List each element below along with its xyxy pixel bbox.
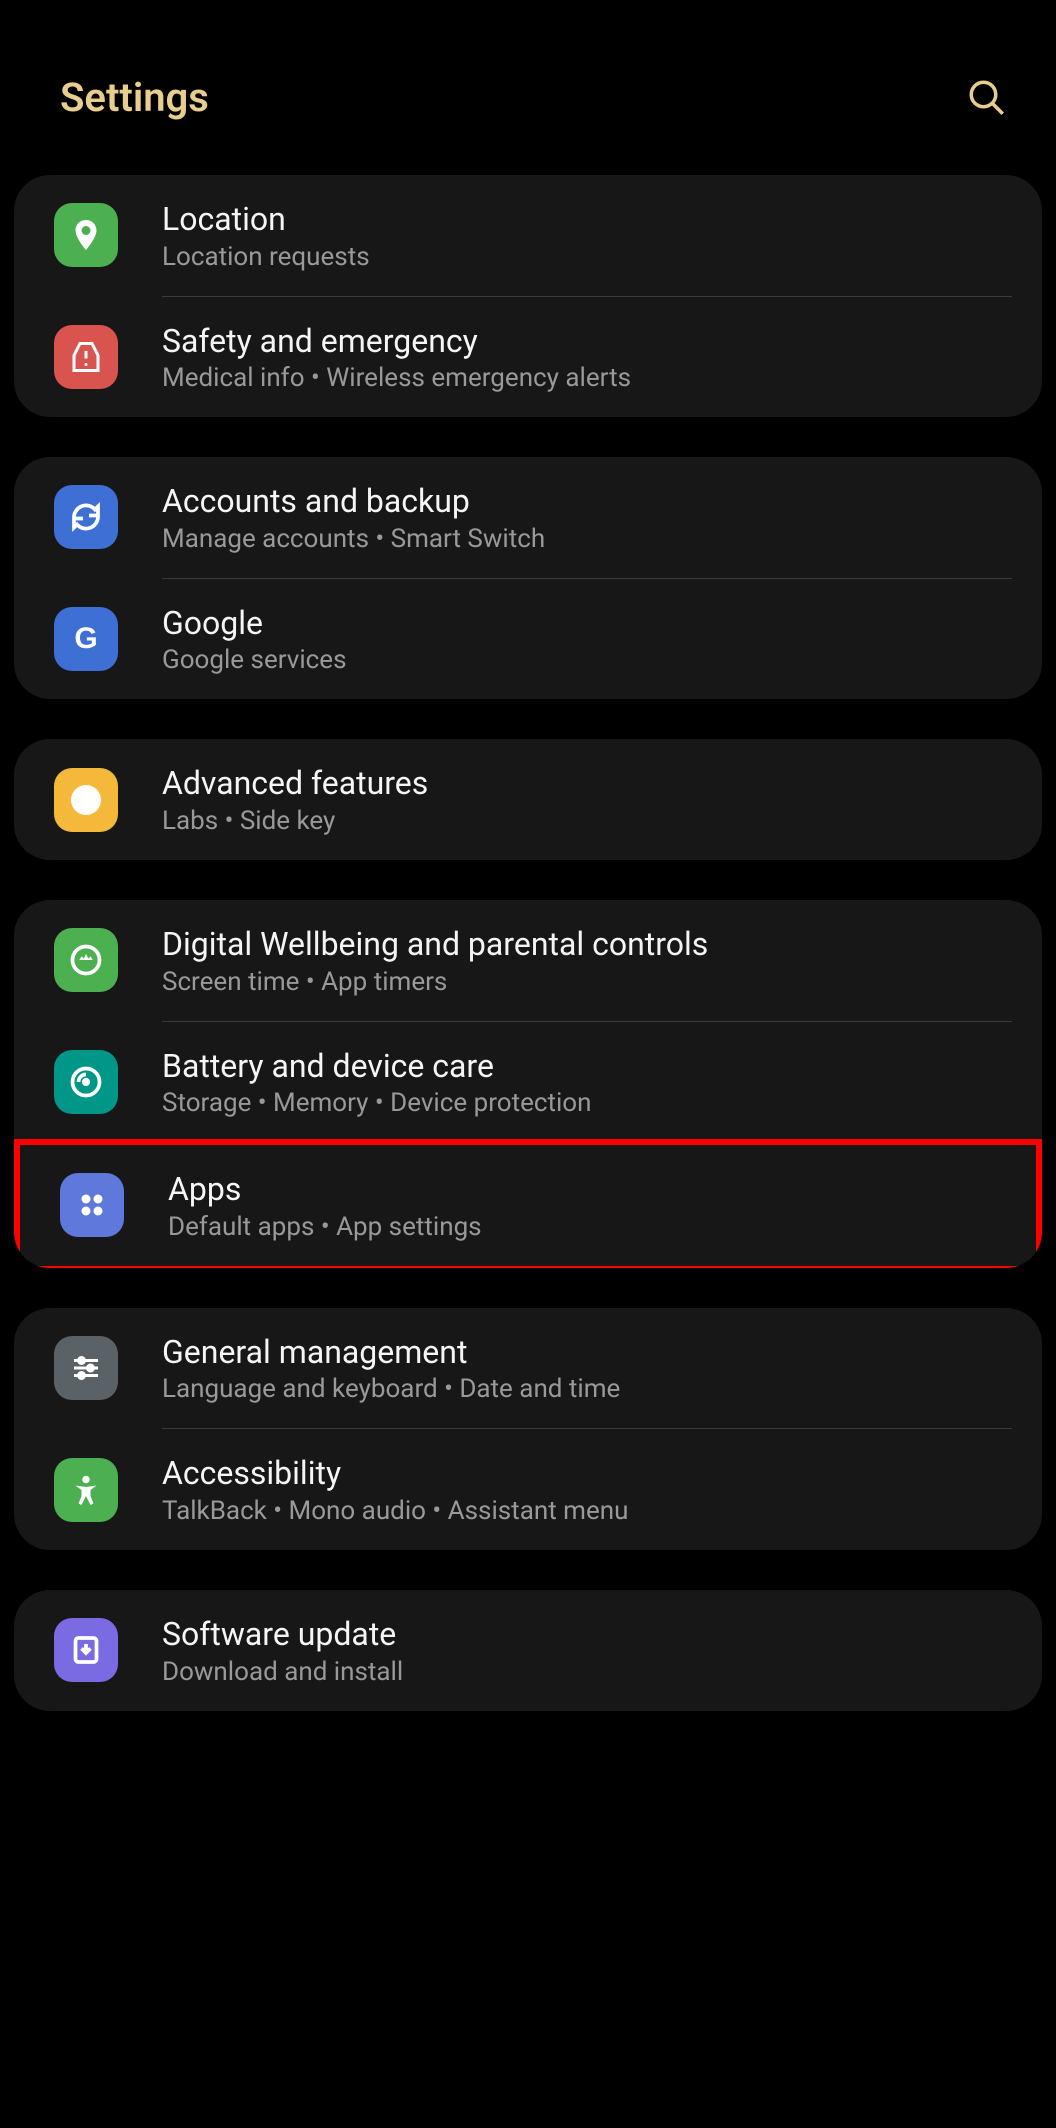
item-content: AppsDefault apps • App settings [168,1169,1006,1242]
warning-icon [54,325,118,389]
item-subtitle: Default apps • App settings [168,1212,1006,1242]
download-icon [54,1618,118,1682]
apps-grid-icon [60,1173,124,1237]
item-title: Accessibility [162,1453,1012,1495]
item-content: Safety and emergencyMedical info • Wirel… [162,321,1012,394]
settings-groups: LocationLocation requests Safety and emer… [0,175,1056,1711]
wellbeing-icon [54,928,118,992]
settings-item-advanced[interactable]: Advanced featuresLabs • Side key [14,739,1042,860]
item-title: Accounts and backup [162,481,1012,523]
item-content: AccessibilityTalkBack • Mono audio • Ass… [162,1453,1012,1526]
settings-item-wellbeing[interactable]: Digital Wellbeing and parental controlsS… [14,900,1042,1021]
item-subtitle: Storage • Memory • Device protection [162,1088,1012,1118]
settings-item-battery[interactable]: Battery and device careStorage • Memory … [14,1022,1042,1143]
google-icon: G [54,607,118,671]
item-title: Safety and emergency [162,321,1012,363]
settings-group: LocationLocation requests Safety and emer… [14,175,1042,417]
plus-circle-icon [54,768,118,832]
item-title: Battery and device care [162,1046,1012,1088]
item-subtitle: Location requests [162,242,1012,272]
item-subtitle: Labs • Side key [162,806,1012,836]
item-content: Battery and device careStorage • Memory … [162,1046,1012,1119]
item-subtitle: Screen time • App timers [162,967,1012,997]
item-subtitle: Medical info • Wireless emergency alerts [162,363,1012,393]
item-title: Digital Wellbeing and parental controls [162,924,1012,966]
item-content: Software updateDownload and install [162,1614,1012,1687]
settings-item-software[interactable]: Software updateDownload and install [14,1590,1042,1711]
item-title: Google [162,603,1012,645]
settings-item-location[interactable]: LocationLocation requests [14,175,1042,296]
item-title: Location [162,199,1012,241]
item-content: General managementLanguage and keyboard … [162,1332,1012,1405]
item-content: LocationLocation requests [162,199,1012,272]
settings-item-general[interactable]: General managementLanguage and keyboard … [14,1308,1042,1429]
page-title: Settings [60,74,209,121]
settings-item-google[interactable]: G GoogleGoogle services [14,579,1042,700]
sliders-icon [54,1336,118,1400]
settings-group: Advanced featuresLabs • Side key [14,739,1042,860]
item-content: Accounts and backupManage accounts • Sma… [162,481,1012,554]
settings-item-accounts[interactable]: Accounts and backupManage accounts • Sma… [14,457,1042,578]
item-title: Apps [168,1169,1006,1211]
item-content: Advanced featuresLabs • Side key [162,763,1012,836]
page-header: Settings [0,50,1056,145]
settings-group: Digital Wellbeing and parental controlsS… [14,900,1042,1268]
item-title: Advanced features [162,763,1012,805]
item-subtitle: Download and install [162,1657,1012,1687]
sync-icon [54,485,118,549]
search-icon[interactable] [966,77,1008,119]
item-content: GoogleGoogle services [162,603,1012,676]
item-subtitle: Language and keyboard • Date and time [162,1374,1012,1404]
device-care-icon [54,1050,118,1114]
item-subtitle: TalkBack • Mono audio • Assistant menu [162,1496,1012,1526]
item-subtitle: Manage accounts • Smart Switch [162,524,1012,554]
settings-group: General managementLanguage and keyboard … [14,1308,1042,1550]
location-pin-icon [54,203,118,267]
item-content: Digital Wellbeing and parental controlsS… [162,924,1012,997]
settings-item-accessibility[interactable]: AccessibilityTalkBack • Mono audio • Ass… [14,1429,1042,1550]
item-subtitle: Google services [162,645,1012,675]
settings-item-apps[interactable]: AppsDefault apps • App settings [14,1139,1042,1268]
item-title: Software update [162,1614,1012,1656]
accessibility-icon [54,1458,118,1522]
settings-group: Accounts and backupManage accounts • Sma… [14,457,1042,699]
settings-item-safety[interactable]: Safety and emergencyMedical info • Wirel… [14,297,1042,418]
settings-group: Software updateDownload and install [14,1590,1042,1711]
item-title: General management [162,1332,1012,1374]
svg-text:G: G [74,622,97,655]
